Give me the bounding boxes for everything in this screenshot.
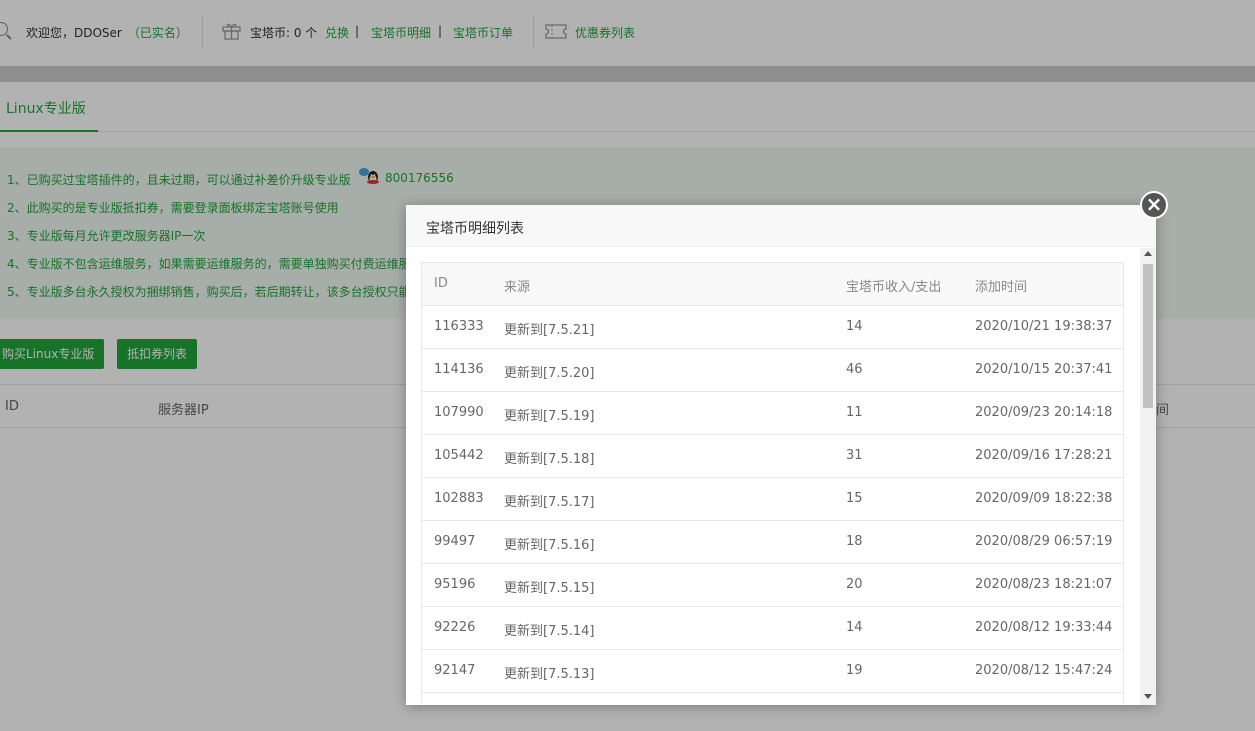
table-row: 99497 更新到[7.5.16] 18 2020/08/29 06:57:19 <box>422 521 1123 564</box>
table-row <box>422 693 1123 705</box>
cell-time: 2020/10/15 20:37:41 <box>975 362 1113 377</box>
cell-time: 2020/08/29 06:57:19 <box>975 534 1113 549</box>
column-header-id: ID <box>434 276 448 291</box>
cell-time: 2020/08/23 18:21:07 <box>975 577 1113 592</box>
coin-detail-table: ID 来源 宝塔币收入/支出 添加时间 116333 更新到[7.5.21] 1… <box>421 262 1124 705</box>
cell-source: 更新到[7.5.13] <box>504 667 595 682</box>
cell-amount: 14 <box>846 319 863 334</box>
cell-time: 2020/10/21 19:38:37 <box>975 319 1113 334</box>
table-row: 92147 更新到[7.5.13] 19 2020/08/12 15:47:24 <box>422 650 1123 693</box>
cell-time: 2020/09/23 20:14:18 <box>975 405 1113 420</box>
modal-header: 宝塔币明细列表 <box>406 205 1156 247</box>
column-header-time: 添加时间 <box>975 280 1028 295</box>
table-row: 92226 更新到[7.5.14] 14 2020/08/12 19:33:44 <box>422 607 1123 650</box>
scroll-up-icon[interactable] <box>1144 251 1152 256</box>
cell-id: 105442 <box>434 448 484 463</box>
coin-detail-modal: 宝塔币明细列表 × ID 来源 宝塔币收入/支出 添加时间 116333 更新到… <box>406 191 1168 705</box>
cell-source: 更新到[7.5.18] <box>504 452 595 467</box>
table-row: 95196 更新到[7.5.15] 20 2020/08/23 18:21:07 <box>422 564 1123 607</box>
cell-amount: 14 <box>846 620 863 635</box>
cell-id: 116333 <box>434 319 484 334</box>
cell-amount: 19 <box>846 663 863 678</box>
cell-source: 更新到[7.5.15] <box>504 581 595 596</box>
cell-id: 107990 <box>434 405 484 420</box>
cell-id: 99497 <box>434 534 476 549</box>
table-row: 107990 更新到[7.5.19] 11 2020/09/23 20:14:1… <box>422 392 1123 435</box>
cell-time: 2020/08/12 19:33:44 <box>975 620 1113 635</box>
close-icon[interactable]: × <box>1140 191 1168 219</box>
cell-amount: 11 <box>846 405 863 420</box>
cell-source: 更新到[7.5.16] <box>504 538 595 553</box>
cell-source: 更新到[7.5.17] <box>504 495 595 510</box>
cell-id: 114136 <box>434 362 484 377</box>
table-row: 116333 更新到[7.5.21] 14 2020/10/21 19:38:3… <box>422 306 1123 349</box>
cell-id: 92226 <box>434 620 476 635</box>
column-header-source: 来源 <box>504 280 531 295</box>
table-header-row: ID 来源 宝塔币收入/支出 添加时间 <box>422 263 1123 306</box>
modal-body: ID 来源 宝塔币收入/支出 添加时间 116333 更新到[7.5.21] 1… <box>406 248 1156 705</box>
cell-time: 2020/09/16 17:28:21 <box>975 448 1113 463</box>
cell-source: 更新到[7.5.20] <box>504 366 595 381</box>
scroll-thumb[interactable] <box>1143 264 1153 408</box>
cell-amount: 46 <box>846 362 863 377</box>
cell-id: 102883 <box>434 491 484 506</box>
cell-time: 2020/09/09 18:22:38 <box>975 491 1113 506</box>
cell-source: 更新到[7.5.21] <box>504 323 595 338</box>
table-row: 105442 更新到[7.5.18] 31 2020/09/16 17:28:2… <box>422 435 1123 478</box>
cell-amount: 20 <box>846 577 863 592</box>
scroll-down-icon[interactable] <box>1144 694 1152 699</box>
cell-amount: 31 <box>846 448 863 463</box>
cell-amount: 15 <box>846 491 863 506</box>
modal-title: 宝塔币明细列表 <box>426 221 524 237</box>
cell-time: 2020/08/12 15:47:24 <box>975 663 1113 678</box>
column-header-amount: 宝塔币收入/支出 <box>846 280 942 295</box>
table-row: 102883 更新到[7.5.17] 15 2020/09/09 18:22:3… <box>422 478 1123 521</box>
modal-scrollbar[interactable] <box>1140 248 1156 705</box>
cell-id: 95196 <box>434 577 476 592</box>
cell-id: 92147 <box>434 663 476 678</box>
cell-amount: 18 <box>846 534 863 549</box>
cell-source: 更新到[7.5.14] <box>504 624 595 639</box>
cell-source: 更新到[7.5.19] <box>504 409 595 424</box>
table-row: 114136 更新到[7.5.20] 46 2020/10/15 20:37:4… <box>422 349 1123 392</box>
